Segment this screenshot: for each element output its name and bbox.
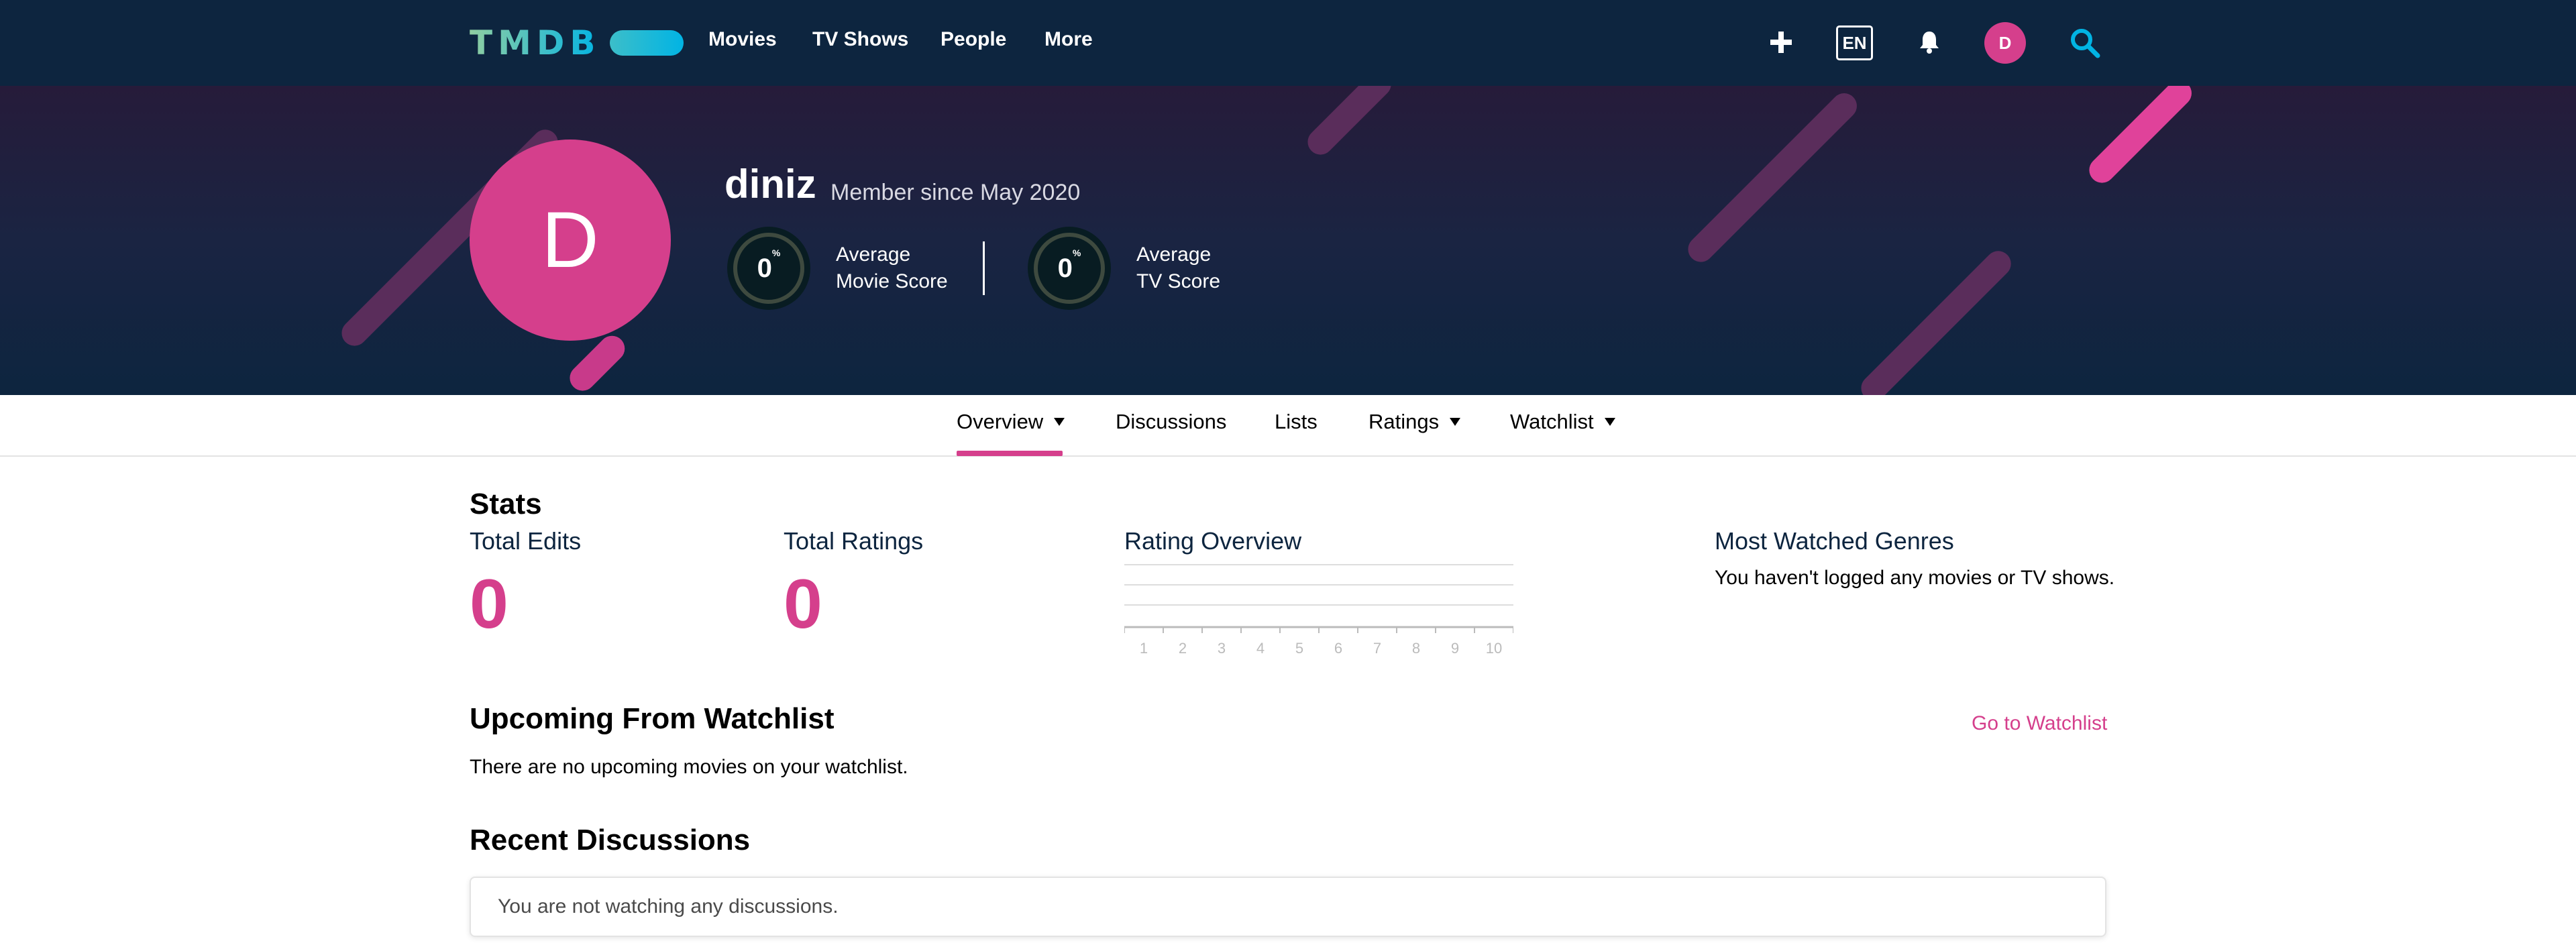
nav-tv-shows[interactable]: TV Shows	[812, 28, 908, 51]
tab-watchlist-label: Watchlist	[1510, 410, 1594, 433]
chart-tick-label: 7	[1373, 640, 1381, 657]
most-watched-genres-label: Most Watched Genres	[1715, 527, 1954, 555]
score-divider	[983, 241, 985, 295]
tv-score-label-line2: TV Score	[1136, 270, 1221, 292]
rating-overview-chart: 1 2 3 4 5 6 7 8 9 10	[1124, 564, 1513, 657]
tab-discussions-label: Discussions	[1116, 410, 1227, 433]
top-navbar: TMDB Movies TV Shows People More EN D	[0, 0, 2576, 86]
decor-stripe	[1302, 86, 1397, 160]
tab-watchlist[interactable]: Watchlist	[1510, 410, 1615, 434]
decor-stripe	[2084, 86, 2197, 188]
upcoming-empty-text: There are no upcoming movies on your wat…	[470, 756, 908, 778]
tab-ratings[interactable]: Ratings	[1368, 410, 1461, 434]
chart-tick-label: 10	[1486, 640, 1502, 657]
movie-score-value: 0%	[757, 247, 781, 283]
tab-lists[interactable]: Lists	[1275, 410, 1318, 434]
movie-score-label-line2: Movie Score	[836, 270, 948, 292]
chart-tick-label: 5	[1295, 640, 1303, 657]
discussions-box: You are not watching any discussions.	[470, 877, 2106, 937]
nav-movies[interactable]: Movies	[708, 28, 777, 51]
nav-people[interactable]: People	[941, 28, 1006, 51]
active-tab-indicator	[957, 451, 1063, 456]
decor-stripe	[1682, 88, 1862, 268]
tab-ratings-label: Ratings	[1368, 410, 1440, 433]
recent-discussions-title: Recent Discussions	[470, 824, 751, 856]
profile-avatar[interactable]: D	[470, 140, 671, 341]
tab-lists-label: Lists	[1275, 410, 1318, 433]
nav-more[interactable]: More	[1044, 28, 1093, 51]
stats-title: Stats	[470, 488, 542, 520]
total-ratings-value: 0	[784, 565, 822, 643]
chart-tick-label: 3	[1218, 640, 1226, 657]
member-since: Member since May 2020	[830, 180, 1081, 205]
chart-tick-label: 4	[1256, 640, 1265, 657]
upcoming-title: Upcoming From Watchlist	[470, 702, 835, 735]
caret-down-icon	[1604, 418, 1615, 426]
profile-username: diniz	[724, 162, 816, 207]
chart-tick-label: 9	[1451, 640, 1459, 657]
logo-pill	[610, 30, 684, 56]
tv-score-ring: 0%	[1028, 227, 1111, 310]
tmdb-logo[interactable]: TMDB	[470, 23, 684, 62]
total-ratings-label: Total Ratings	[784, 527, 924, 555]
movie-score-label: Average Movie Score	[836, 241, 948, 295]
chart-tick-label: 8	[1412, 640, 1420, 657]
decor-stripe	[1856, 245, 2017, 395]
language-button[interactable]: EN	[1836, 25, 1873, 60]
tv-score-value: 0%	[1057, 247, 1081, 283]
caret-down-icon	[1054, 418, 1065, 426]
chart-tick-label: 1	[1140, 640, 1148, 657]
tv-score-label-line1: Average	[1136, 243, 1212, 266]
total-edits-label: Total Edits	[470, 527, 582, 555]
movie-score-label-line1: Average	[836, 243, 911, 266]
most-watched-empty-text: You haven't logged any movies or TV show…	[1715, 567, 2115, 589]
go-to-watchlist-link[interactable]: Go to Watchlist	[1972, 712, 2107, 735]
chart-ticks: 1 2 3 4 5 6 7 8 9 10	[1124, 627, 1513, 657]
tv-score-label: Average TV Score	[1136, 241, 1220, 295]
bell-icon[interactable]	[1914, 27, 1945, 58]
profile-banner	[0, 86, 2576, 395]
total-edits-value: 0	[470, 565, 508, 643]
rating-overview-label: Rating Overview	[1124, 527, 1302, 555]
logo-text: TMDB	[470, 23, 601, 62]
tab-overview[interactable]: Overview	[957, 410, 1065, 434]
movie-score-ring: 0%	[727, 227, 810, 310]
discussions-empty-text: You are not watching any discussions.	[498, 895, 839, 917]
tab-discussions[interactable]: Discussions	[1116, 410, 1226, 434]
plus-icon[interactable]	[1766, 27, 1796, 58]
chart-tick-label: 6	[1334, 640, 1342, 657]
caret-down-icon	[1450, 418, 1461, 426]
profile-subnav: Overview Discussions Lists Ratings Watch…	[0, 395, 2576, 457]
chart-tick-label: 2	[1179, 640, 1187, 657]
tab-overview-label: Overview	[957, 410, 1044, 433]
search-icon[interactable]	[2068, 25, 2102, 60]
user-avatar[interactable]: D	[1984, 22, 2026, 64]
